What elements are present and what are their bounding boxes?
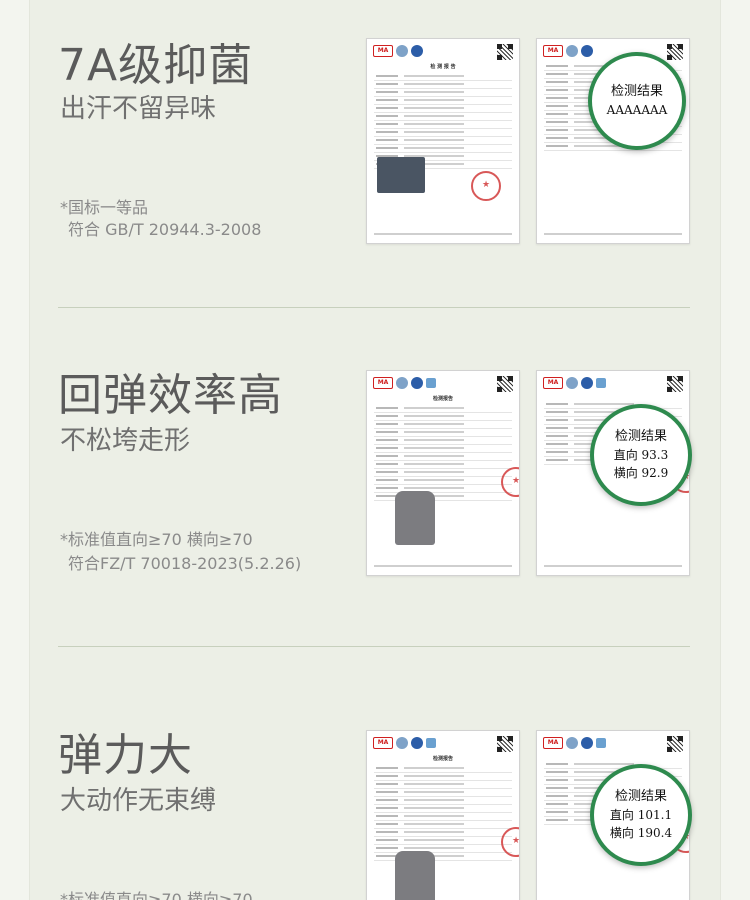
result-title: 检测结果: [614, 429, 667, 444]
result-magnifier: 检测结果 直向 93.3 横向 92.9: [590, 404, 692, 506]
result-value-warp: 直向 93.3: [613, 448, 669, 462]
standard-reference: 符合 GB/T 20944.3-2008: [68, 220, 262, 239]
iaf-logo: [426, 378, 436, 388]
result-value-weft: 横向 92.9: [613, 466, 669, 480]
section-subline: 不松垮走形: [60, 426, 191, 456]
iaf-logo: [596, 378, 606, 388]
cma-logo: MA: [543, 377, 563, 389]
report-footer: [544, 565, 682, 567]
iaf-logo: [426, 738, 436, 748]
certification-logos: MA: [543, 377, 606, 389]
cnas-logo: [411, 45, 423, 57]
qr-code-icon: [497, 736, 513, 752]
fabric-sample-image: [395, 491, 435, 545]
cma-logo: MA: [373, 737, 393, 749]
section-divider: [58, 307, 690, 308]
report-footer: [374, 233, 512, 235]
report-title: 检 测 报 告: [430, 64, 456, 70]
certification-logos: MA: [543, 737, 606, 749]
report-footer: [544, 233, 682, 235]
cnas-logo: [581, 377, 593, 389]
section-headline: 7A级抑菌: [58, 40, 254, 91]
section-subline: 出汗不留异味: [60, 94, 217, 124]
report-footer: [374, 565, 512, 567]
section-resilience: 回弹效率高 不松垮走形 *标准值直向≥70 横向≥70 符合FZ/T 70018…: [30, 310, 720, 648]
certification-logos: MA: [543, 45, 593, 57]
result-title: 检测结果: [614, 789, 667, 804]
report-table: [374, 405, 512, 501]
section-headline: 回弹效率高: [58, 370, 283, 421]
section-divider: [58, 646, 690, 647]
certification-logos: MA: [373, 45, 423, 57]
ilac-logo: [396, 377, 408, 389]
standard-note: *标准值直向≥70 横向≥70: [60, 890, 253, 900]
cnas-logo: [411, 737, 423, 749]
section-antibacterial: 7A级抑菌 出汗不留异味 *国标一等品 符合 GB/T 20944.3-2008…: [30, 0, 720, 310]
result-title: 检测结果: [610, 84, 663, 99]
cnas-logo: [411, 377, 423, 389]
ilac-logo: [566, 737, 578, 749]
result-value-warp: 直向 101.1: [609, 808, 673, 822]
result-magnifier: 检测结果 AAAAAAA: [588, 52, 686, 150]
ilac-logo: [396, 737, 408, 749]
report-title: 检测报告: [432, 756, 453, 762]
cma-logo: MA: [373, 45, 393, 57]
report-table: [374, 765, 512, 861]
ilac-logo: [396, 45, 408, 57]
report-title: 检测报告: [432, 396, 453, 402]
section-elasticity: 弹力大 大动作无束缚 *标准值直向≥70 横向≥70 MA 检测报告 ★ MA: [30, 648, 720, 900]
certification-logos: MA: [373, 737, 436, 749]
test-report-page-1: MA 检 测 报 告 ★: [366, 38, 520, 244]
standard-note: *标准值直向≥70 横向≥70: [60, 530, 253, 549]
cnas-logo: [581, 45, 593, 57]
cnas-logo: [581, 737, 593, 749]
section-headline: 弹力大: [58, 730, 193, 781]
test-report-page-1: MA 检测报告 ★: [366, 370, 520, 576]
official-stamp-icon: ★: [471, 171, 501, 201]
standard-note: *国标一等品: [60, 198, 149, 217]
result-value: AAAAAAA: [606, 103, 668, 117]
fabric-sample-image: [395, 851, 435, 900]
cma-logo: MA: [373, 377, 393, 389]
fabric-sample-image: [377, 157, 425, 193]
qr-code-icon: [667, 44, 683, 60]
result-value-weft: 横向 190.4: [609, 826, 673, 840]
qr-code-icon: [497, 44, 513, 60]
cma-logo: MA: [543, 737, 563, 749]
test-report-page-1: MA 检测报告 ★: [366, 730, 520, 900]
product-detail-page: 7A级抑菌 出汗不留异味 *国标一等品 符合 GB/T 20944.3-2008…: [29, 0, 721, 900]
ilac-logo: [566, 45, 578, 57]
standard-reference: 符合FZ/T 70018-2023(5.2.26): [68, 554, 302, 573]
section-subline: 大动作无束缚: [60, 786, 217, 816]
certification-logos: MA: [373, 377, 436, 389]
qr-code-icon: [667, 376, 683, 392]
report-table: [374, 73, 512, 169]
result-magnifier: 检测结果 直向 101.1 横向 190.4: [590, 764, 692, 866]
ilac-logo: [566, 377, 578, 389]
cma-logo: MA: [543, 45, 563, 57]
qr-code-icon: [667, 736, 683, 752]
qr-code-icon: [497, 376, 513, 392]
iaf-logo: [596, 738, 606, 748]
